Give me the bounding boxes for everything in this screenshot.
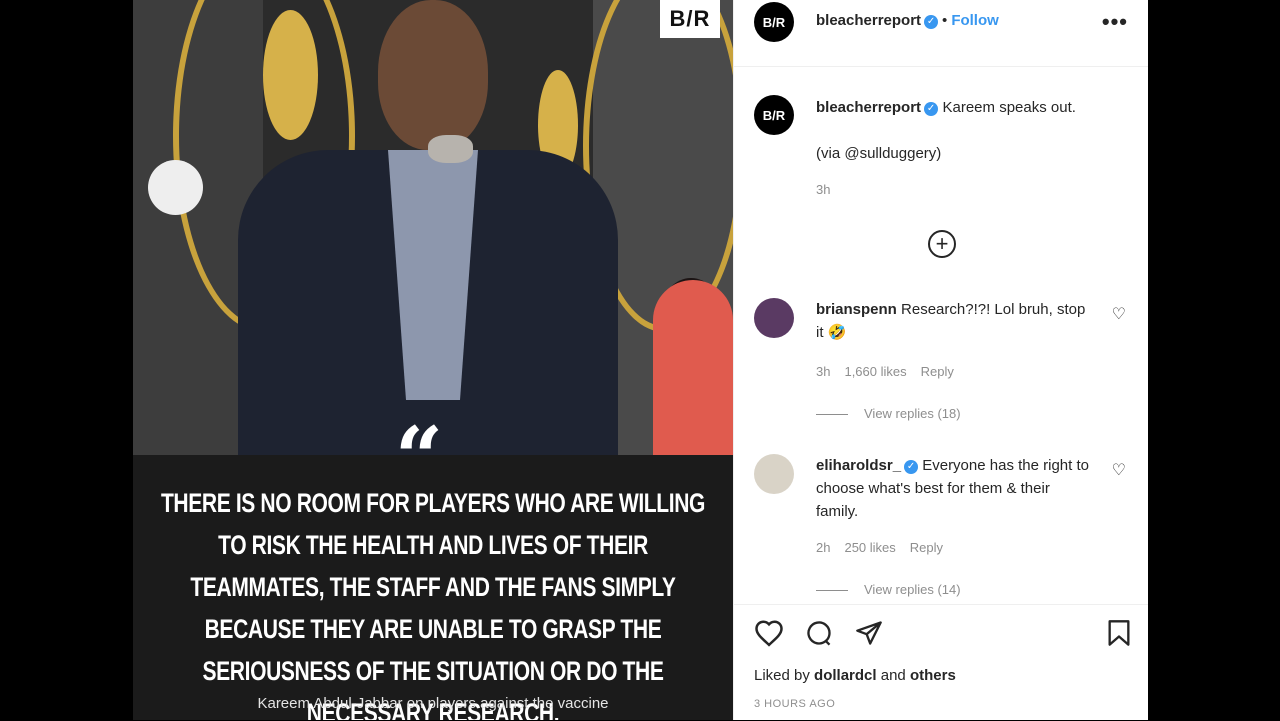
comment-like-heart-icon[interactable]: ♡ bbox=[1112, 304, 1126, 324]
comment-likes[interactable]: 1,660 likes bbox=[844, 364, 906, 379]
liked-by-user-link[interactable]: dollardcl bbox=[814, 667, 877, 684]
view-replies-button[interactable]: View replies (14) bbox=[816, 582, 961, 597]
view-replies-button[interactable]: View replies (18) bbox=[816, 406, 961, 421]
bystander bbox=[653, 280, 733, 460]
quote-text-content: THERE IS NO ROOM FOR PLAYERS WHO ARE WIL… bbox=[160, 488, 706, 720]
caption-line: bleacherreport ✓ Kareem speaks out. bbox=[816, 99, 1136, 117]
bookmark-icon[interactable] bbox=[1106, 619, 1132, 654]
username-link[interactable]: bleacherreport bbox=[816, 12, 921, 29]
comment-like-heart-icon[interactable]: ♡ bbox=[1112, 460, 1126, 480]
caption-username[interactable]: bleacherreport bbox=[816, 99, 921, 116]
comment-time[interactable]: 3h bbox=[816, 364, 830, 379]
commenter-avatar[interactable] bbox=[754, 298, 794, 338]
comment-icon[interactable] bbox=[804, 619, 834, 654]
separator-dot: • bbox=[942, 12, 948, 29]
quote-icon: “ bbox=[394, 408, 444, 507]
comment-meta: 2h 250 likes Reply bbox=[816, 540, 957, 555]
comment-body: eliharoldsr_ ✓ Everyone has the right to … bbox=[816, 454, 1096, 523]
liked-by-text: Liked by dollardcl and others bbox=[754, 667, 956, 684]
liked-by-prefix: Liked by bbox=[754, 667, 810, 684]
verified-badge-icon: ✓ bbox=[924, 15, 939, 29]
comment-likes[interactable]: 250 likes bbox=[844, 540, 895, 555]
person-beard bbox=[428, 135, 473, 163]
tnt-logo-disc bbox=[263, 10, 318, 140]
more-options-icon[interactable]: ••• bbox=[1102, 9, 1128, 35]
quote-attribution: Kareem Abdul-Jabbar on players against t… bbox=[257, 695, 609, 712]
verified-badge-icon: ✓ bbox=[924, 102, 939, 116]
comment-reply-button[interactable]: Reply bbox=[910, 540, 943, 555]
avatar[interactable]: B/R bbox=[754, 2, 794, 42]
instagram-post: B/R “ THERE IS NO ROOM FOR PLAYERS WHO A… bbox=[133, 0, 1148, 720]
post-image[interactable]: B/R “ THERE IS NO ROOM FOR PLAYERS WHO A… bbox=[133, 0, 733, 720]
commenter-avatar[interactable] bbox=[754, 454, 794, 494]
comment-time[interactable]: 2h bbox=[816, 540, 830, 555]
header-user-line: bleacherreport ✓ • Follow bbox=[816, 12, 999, 30]
post-side-panel: B/R bleacherreport ✓ • Follow ••• B/R bleac… bbox=[733, 0, 1148, 720]
comment-reply-button[interactable]: Reply bbox=[921, 364, 954, 379]
caption-time[interactable]: 3h bbox=[816, 182, 830, 197]
person-head bbox=[378, 0, 488, 150]
post-header: B/R bleacherreport ✓ • Follow ••• bbox=[734, 0, 1148, 67]
liked-by-and: and bbox=[880, 667, 906, 684]
post-actions: Liked by dollardcl and others 3 HOURS AG… bbox=[734, 604, 1148, 721]
comment-meta: 3h 1,660 likes Reply bbox=[816, 364, 968, 379]
caption-via: (via @sullduggery) bbox=[816, 145, 942, 162]
comment-username[interactable]: eliharoldsr_ bbox=[816, 457, 901, 474]
caption-text: Kareem speaks out. bbox=[942, 99, 1076, 116]
follow-button[interactable]: Follow bbox=[951, 12, 999, 29]
load-more-comments-button[interactable]: + bbox=[928, 230, 956, 258]
post-timestamp[interactable]: 3 HOURS AGO bbox=[754, 698, 835, 710]
caption-avatar[interactable]: B/R bbox=[754, 95, 794, 135]
comment-username[interactable]: brianspenn bbox=[816, 301, 897, 318]
liked-by-others-link[interactable]: others bbox=[910, 667, 956, 684]
comment-body: brianspenn Research?!?! Lol bruh, stop i… bbox=[816, 298, 1096, 344]
share-icon[interactable] bbox=[854, 619, 884, 654]
quote-text: THERE IS NO ROOM FOR PLAYERS WHO ARE WIL… bbox=[161, 482, 705, 720]
sponsor-logo-disc bbox=[148, 160, 203, 215]
heart-icon[interactable] bbox=[754, 619, 784, 654]
verified-badge-icon: ✓ bbox=[904, 460, 919, 474]
br-watermark-logo: B/R bbox=[660, 0, 720, 38]
